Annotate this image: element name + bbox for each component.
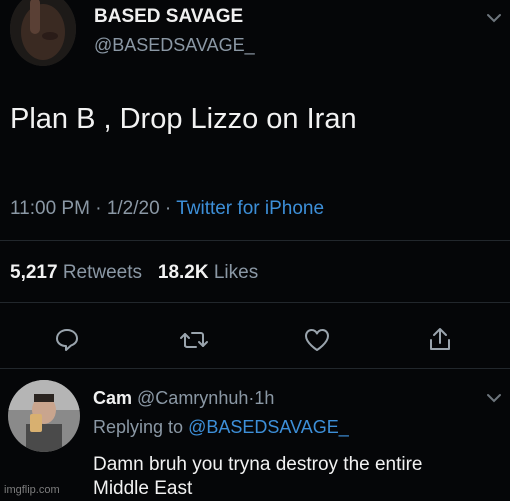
tweet-meta: 11:00 PM · 1/2/20 · Twitter for iPhone: [10, 198, 324, 220]
watermark: imgflip.com: [4, 484, 60, 496]
retweets-count: 5,217: [10, 262, 58, 283]
reply-header: Cam @Camrynhuh·1h: [93, 388, 274, 409]
tweet-text: Plan B , Drop Lizzo on Iran: [10, 103, 357, 135]
reply-display-name[interactable]: Cam: [93, 388, 132, 408]
like-icon[interactable]: [303, 327, 331, 353]
retweets-stat[interactable]: 5,217 Retweets: [10, 262, 142, 283]
retweets-label: Retweets: [62, 262, 143, 283]
author-display-name[interactable]: BASED SAVAGE: [94, 6, 243, 28]
reply-handle[interactable]: @Camrynhuh: [137, 388, 248, 408]
meta-separator: ·: [95, 198, 102, 219]
reply-chevron-down-icon[interactable]: [486, 392, 502, 404]
author-avatar[interactable]: [10, 0, 76, 66]
reply-text-line: Middle East: [93, 478, 193, 499]
author-handle[interactable]: @BASEDSAVAGE_: [94, 35, 255, 56]
reply-icon[interactable]: [54, 326, 80, 352]
meta-separator: ·: [164, 198, 172, 219]
reply-time[interactable]: 1h: [254, 388, 274, 408]
replying-to-line: Replying to @BASEDSAVAGE_: [93, 417, 349, 438]
reply-text: Damn bruh you tryna destroy the entire M…: [93, 453, 423, 501]
replying-to-label: Replying to: [93, 417, 184, 437]
likes-count: 18.2K: [157, 262, 209, 283]
tweet-source[interactable]: Twitter for iPhone: [176, 198, 324, 219]
divider: [0, 240, 510, 241]
engagement-counts: 5,217 Retweets 18.2K Likes: [10, 262, 258, 284]
tweet-date[interactable]: 1/2/20: [107, 198, 160, 219]
likes-stat[interactable]: 18.2K Likes: [158, 262, 258, 283]
reply-text-line: Damn bruh you tryna destroy the entire: [93, 454, 423, 475]
replying-to-handle[interactable]: @BASEDSAVAGE_: [188, 417, 349, 437]
chevron-down-icon[interactable]: [486, 12, 502, 24]
likes-label: Likes: [213, 262, 259, 283]
share-icon[interactable]: [427, 325, 453, 353]
retweet-icon[interactable]: [179, 328, 209, 352]
reply-author-avatar[interactable]: [8, 380, 80, 452]
tweet-time[interactable]: 11:00 PM: [10, 198, 90, 219]
divider: [0, 368, 510, 369]
divider: [0, 302, 510, 303]
